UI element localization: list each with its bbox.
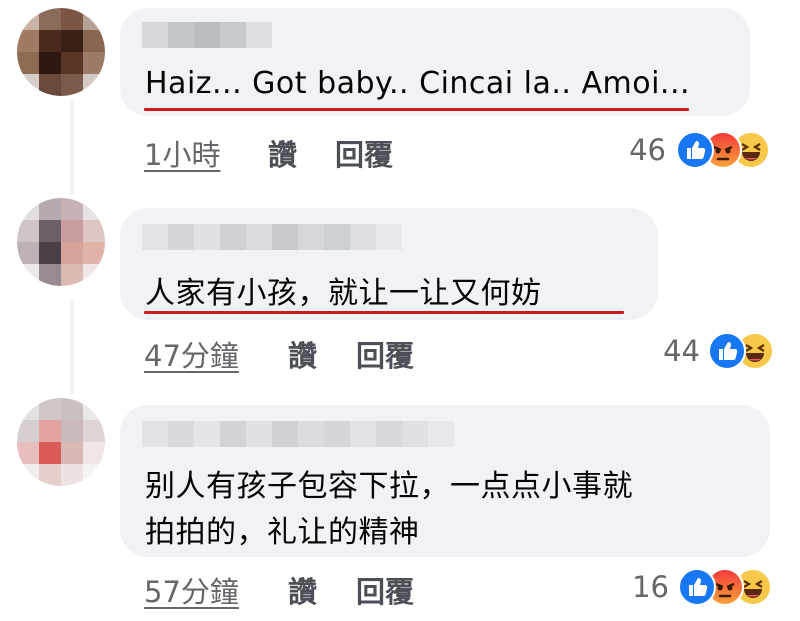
- reaction-count[interactable]: 16: [605, 570, 669, 604]
- like-icon: [678, 568, 716, 606]
- author-name-blurred[interactable]: [142, 224, 402, 250]
- like-icon: [676, 131, 714, 169]
- comment-bubble: Haiz... Got baby.. Cincai la.. Amoi...: [120, 8, 750, 116]
- comment-bubble: 人家有小孩，就让一让又何妨: [120, 208, 658, 320]
- like-button[interactable]: 讚: [288, 333, 317, 375]
- author-name-blurred[interactable]: [142, 421, 454, 447]
- highlight-underline: [144, 108, 689, 111]
- comment-timestamp[interactable]: 1小時: [144, 132, 220, 174]
- author-name-blurred[interactable]: [142, 22, 272, 48]
- like-icon: [708, 332, 746, 370]
- comment-text: 人家有小孩，就让一让又何妨: [145, 276, 542, 311]
- reply-button[interactable]: 回覆: [335, 132, 393, 174]
- comment-timestamp[interactable]: 57分鐘: [144, 569, 239, 611]
- avatar[interactable]: [17, 8, 105, 96]
- highlight-underline: [144, 311, 624, 314]
- reaction-count[interactable]: 46: [600, 133, 666, 167]
- avatar[interactable]: [17, 198, 105, 286]
- comment-bubble: 别人有孩子包容下拉，一点点小事就 拍拍的，礼让的精神: [120, 405, 770, 557]
- comment-text-line-2: 拍拍的，礼让的精神: [145, 515, 420, 550]
- reply-button[interactable]: 回覆: [356, 333, 414, 375]
- reply-button[interactable]: 回覆: [356, 569, 414, 611]
- comment-timestamp[interactable]: 47分鐘: [144, 333, 239, 375]
- avatar[interactable]: [17, 398, 105, 486]
- like-button[interactable]: 讚: [268, 132, 297, 174]
- comment-text: Haiz... Got baby.. Cincai la.. Amoi...: [145, 66, 691, 101]
- reaction-count[interactable]: 44: [634, 334, 700, 368]
- comment-text-line-1: 别人有孩子包容下拉，一点点小事就: [145, 469, 633, 504]
- like-button[interactable]: 讚: [288, 569, 317, 611]
